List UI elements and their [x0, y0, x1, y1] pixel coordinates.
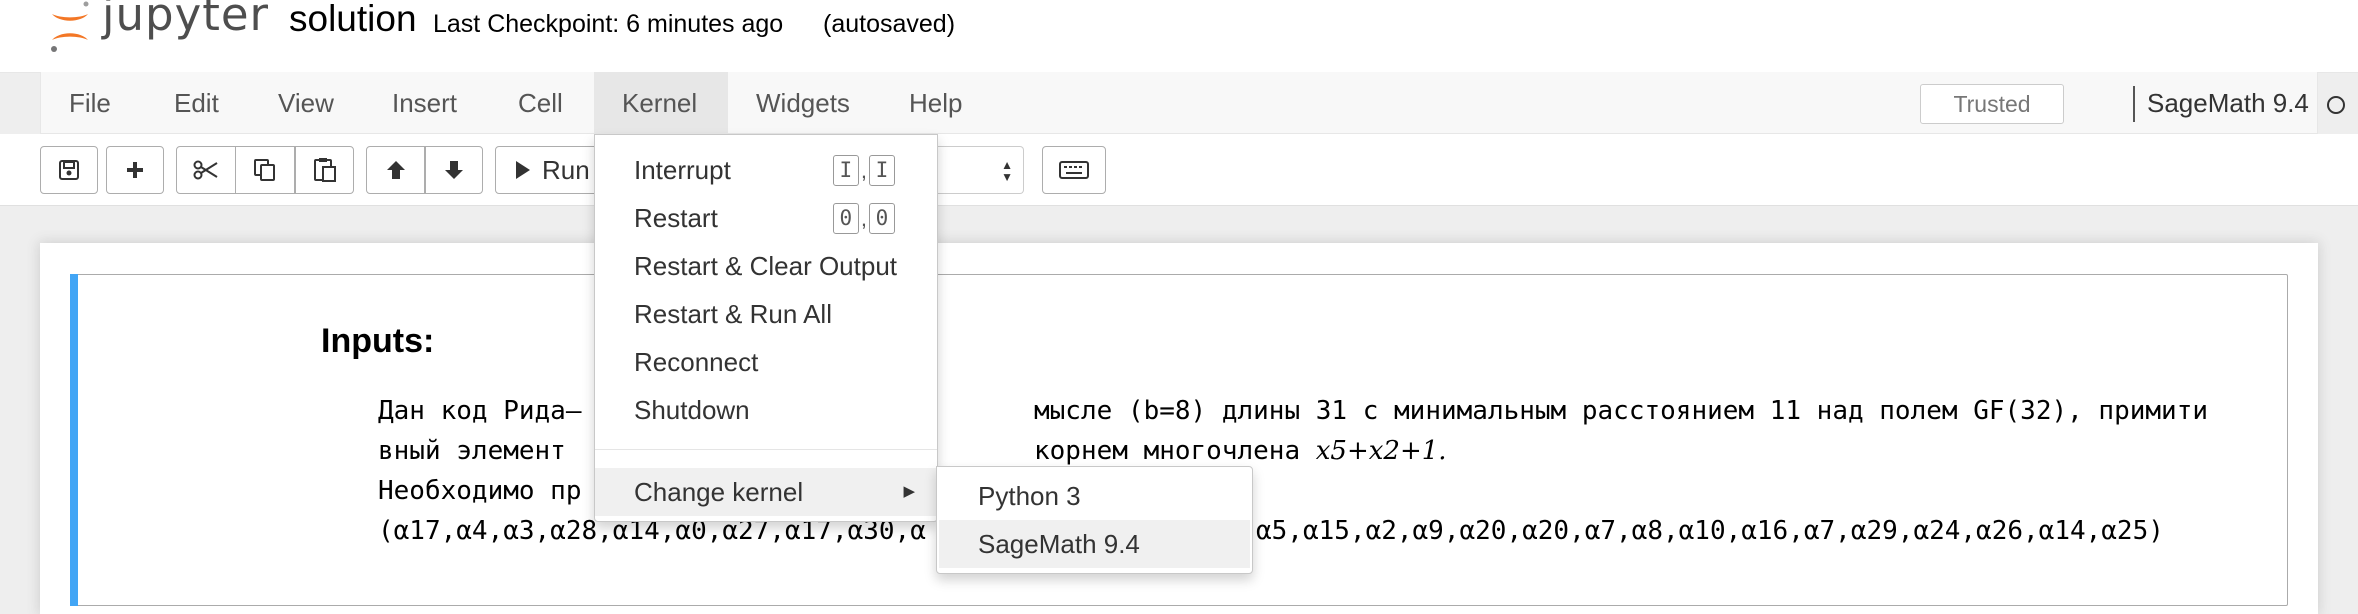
command-palette-button[interactable]: [1042, 146, 1106, 194]
kernel-name[interactable]: SageMath 9.4: [2147, 72, 2309, 134]
save-icon: [59, 160, 79, 180]
menu-widgets[interactable]: Widgets: [728, 72, 878, 134]
paste-icon: [313, 158, 336, 182]
cell-text-line-1: Дан код Рида–: [378, 396, 582, 426]
kernel-idle-indicator-icon: [2327, 96, 2345, 114]
autosave-status: (autosaved): [823, 10, 956, 38]
submenu-item-sagemath[interactable]: SageMath 9.4: [939, 520, 1250, 568]
cell-heading: Inputs:: [321, 322, 435, 360]
selected-cell-indicator: [70, 274, 78, 606]
checkpoint-status: Last Checkpoint: 6 minutes ago: [433, 10, 784, 38]
menubar: File Edit View Insert Cell Kernel Widget…: [40, 72, 2345, 134]
polynomial-text: x5+x2+1.: [1315, 436, 1447, 466]
trusted-badge[interactable]: Trusted: [1920, 84, 2064, 124]
jupyter-logo[interactable]: jupyter: [48, 0, 268, 54]
shortcut-keys: 0 , 0: [832, 203, 895, 234]
menu-item-restart[interactable]: Restart 0 , 0: [595, 194, 937, 242]
cell-text-line-1-right: мысле (b=8) длины 31 с минимальным расст…: [1034, 396, 2208, 426]
menu-item-label: Change kernel: [634, 477, 804, 507]
insert-cell-button[interactable]: [106, 146, 164, 194]
menu-help[interactable]: Help: [881, 72, 990, 134]
menu-kernel[interactable]: Kernel: [594, 72, 728, 134]
shortcut-separator: ,: [860, 206, 867, 231]
menu-item-reconnect[interactable]: Reconnect: [595, 338, 937, 386]
run-label: Run: [542, 154, 590, 185]
submenu-item-python3[interactable]: Python 3: [939, 472, 1250, 520]
logo-text: jupyter: [102, 0, 270, 41]
cell-text-fragment: Дан код Рида–: [378, 396, 582, 426]
shortcut-key: I: [869, 155, 895, 186]
menu-divider: [595, 449, 937, 450]
menu-item-interrupt[interactable]: Interrupt I , I: [595, 146, 937, 194]
move-down-button[interactable]: [425, 146, 483, 194]
shortcut-key: 0: [869, 203, 895, 234]
menu-cell[interactable]: Cell: [490, 72, 591, 134]
cell-text-line-2: вный элемент: [378, 436, 566, 466]
menu-item-label: Interrupt: [634, 155, 731, 185]
shortcut-key: I: [832, 155, 859, 186]
run-icon: [516, 161, 530, 179]
menu-view[interactable]: View: [250, 72, 362, 134]
jupyter-logo-icon: [51, 1, 89, 52]
arrow-up-icon: [386, 161, 405, 179]
kernel-separator: [2133, 86, 2135, 122]
toolbar: Run ▲ ▼: [0, 134, 2358, 206]
cell-text-line-2-right: корнем многочлена x5+x2+1.: [1034, 436, 1447, 466]
menu-file[interactable]: File: [41, 72, 139, 134]
arrow-down-icon: [445, 161, 463, 179]
cell-text-fragment: корнем многочлена: [1034, 436, 1316, 466]
menu-item-change-kernel[interactable]: Change kernel ▶: [595, 468, 937, 516]
menu-edit[interactable]: Edit: [146, 72, 247, 134]
change-kernel-submenu: Python 3 SageMath 9.4: [936, 466, 1253, 574]
menu-item-label: Restart: [634, 203, 718, 233]
menu-item-restart-run-all[interactable]: Restart & Run All: [595, 290, 937, 338]
copy-icon: [254, 159, 275, 181]
copy-button[interactable]: [236, 146, 295, 194]
cut-button[interactable]: [176, 146, 236, 194]
cut-icon: [193, 160, 218, 180]
move-up-button[interactable]: [366, 146, 425, 194]
keyboard-icon: [1059, 161, 1089, 179]
menu-insert[interactable]: Insert: [364, 72, 485, 134]
shortcut-keys: I , I: [832, 155, 895, 186]
select-arrows-icon: ▲ ▼: [1001, 158, 1013, 184]
kernel-dropdown-menu: Interrupt I , I Restart 0 , 0 Restart & …: [594, 134, 938, 522]
save-button[interactable]: [40, 146, 98, 194]
shortcut-key: 0: [832, 203, 859, 234]
paste-button[interactable]: [295, 146, 354, 194]
cell-text-line-4-right: α5,α15,α2,α9,α20,α20,α7,α8,α10,α16,α7,α2…: [1256, 516, 2164, 546]
notebook-name[interactable]: solution: [289, 0, 417, 40]
shortcut-separator: ,: [860, 158, 867, 183]
menu-item-restart-clear-output[interactable]: Restart & Clear Output: [595, 242, 937, 290]
menu-item-shutdown[interactable]: Shutdown: [595, 386, 937, 434]
plus-icon: [127, 162, 143, 178]
cell-text-line-3: Необходимо пр: [378, 476, 582, 506]
header: jupyter solution Last Checkpoint: 6 minu…: [0, 0, 2358, 73]
submenu-caret-icon: ▶: [903, 483, 915, 500]
